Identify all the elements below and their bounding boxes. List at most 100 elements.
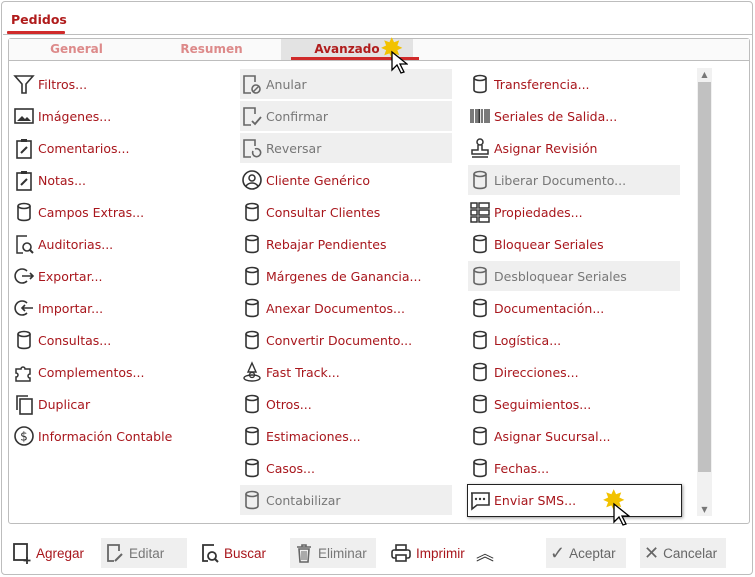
database-icon (468, 296, 492, 320)
option-confirmar[interactable]: Confirmar (240, 101, 452, 131)
option-rebajar-pendientes[interactable]: Rebajar Pendientes (240, 229, 452, 259)
option-label: Comentarios... (38, 140, 130, 156)
scroll-down-icon[interactable]: ▼ (697, 505, 712, 514)
database-icon (468, 232, 492, 256)
option-imágenes[interactable]: Imágenes... (12, 101, 224, 131)
check-icon: ✓ (550, 542, 566, 563)
option-filtros[interactable]: Filtros... (12, 69, 224, 99)
option-label: Desbloquear Seriales (494, 268, 627, 284)
accept-button[interactable]: ✓ Aceptar (546, 538, 626, 568)
option-exportar[interactable]: Exportar... (12, 261, 224, 291)
audit-icon (12, 232, 36, 256)
mouse-cursor-icon (613, 502, 630, 526)
properties-icon (468, 200, 492, 224)
option-convertir-documento[interactable]: Convertir Documento... (240, 325, 452, 355)
option-liberar-documento[interactable]: Liberar Documento... (468, 165, 680, 195)
clipboard-edit-icon (12, 168, 36, 192)
option-transferencia[interactable]: Transferencia... (468, 69, 680, 99)
database-icon (240, 200, 264, 224)
option-documentación[interactable]: Documentación... (468, 293, 680, 323)
option-fechas[interactable]: Fechas... (468, 453, 680, 483)
svg-text:$: $ (20, 430, 28, 444)
option-consultas[interactable]: Consultas... (12, 325, 224, 355)
option-importar[interactable]: Importar... (12, 293, 224, 323)
option-label: Imágenes... (38, 108, 112, 124)
option-duplicar[interactable]: Duplicar (12, 389, 224, 419)
search-document-icon (200, 542, 220, 564)
collapse-chevron-icon[interactable]: ︽ (472, 538, 498, 568)
print-label: Imprimir (416, 545, 465, 561)
option-label: Seguimientos... (494, 396, 592, 412)
tab-pedidos[interactable]: Pedidos (11, 12, 67, 27)
mouse-cursor-icon (391, 50, 408, 74)
option-asignar-sucursal[interactable]: Asignar Sucursal... (468, 421, 680, 451)
accept-label: Aceptar (569, 545, 616, 561)
import-icon (12, 296, 36, 320)
cancel-label: Cancelar (663, 545, 718, 561)
scroll-thumb[interactable] (698, 82, 711, 472)
subtab-general[interactable]: General (9, 42, 144, 56)
database-icon (240, 232, 264, 256)
edit-button[interactable]: Editar (101, 538, 187, 568)
option-label: Filtros... (38, 76, 88, 92)
option-estimaciones[interactable]: Estimaciones... (240, 421, 452, 451)
database-icon (240, 424, 264, 448)
option-direcciones[interactable]: Direcciones... (468, 357, 680, 387)
database-icon (468, 456, 492, 480)
option-label: Logística... (494, 332, 562, 348)
option-asignar-revisión[interactable]: Asignar Revisión (468, 133, 680, 163)
option-bloquear-seriales[interactable]: Bloquear Seriales (468, 229, 680, 259)
puzzle-icon (12, 360, 36, 384)
option-seguimientos[interactable]: Seguimientos... (468, 389, 680, 419)
option-propiedades[interactable]: Propiedades... (468, 197, 680, 227)
option-label: Reversar (266, 140, 322, 156)
database-icon (240, 328, 264, 352)
scroll-up-icon[interactable]: ▲ (697, 70, 712, 79)
option-casos[interactable]: Casos... (240, 453, 452, 483)
print-button[interactable]: Imprimir (386, 538, 469, 568)
option-notas[interactable]: Notas... (12, 165, 224, 195)
database-icon (12, 328, 36, 352)
option-label: Asignar Revisión (494, 140, 598, 156)
option-campos-extras[interactable]: Campos Extras... (12, 197, 224, 227)
option-label: Anular (266, 76, 307, 92)
database-icon (468, 168, 492, 192)
option-anular[interactable]: Anular (240, 69, 452, 99)
option-complementos[interactable]: Complementos... (12, 357, 224, 387)
database-icon (12, 200, 36, 224)
filter-icon (12, 72, 36, 96)
scrollbar[interactable]: ▲ ▼ (697, 68, 712, 516)
option-otros[interactable]: Otros... (240, 389, 452, 419)
option-consultar-clientes[interactable]: Consultar Clientes (240, 197, 452, 227)
option-label: Notas... (38, 172, 86, 188)
database-icon (468, 424, 492, 448)
cancel-button[interactable]: ✕ Cancelar (640, 538, 726, 568)
option-información-contable[interactable]: $ Información Contable (12, 421, 224, 451)
option-comentarios[interactable]: Comentarios... (12, 133, 224, 163)
option-desbloquear-seriales[interactable]: Desbloquear Seriales (468, 261, 680, 291)
add-button[interactable]: Agregar (8, 538, 88, 568)
option-seriales-de-salida[interactable]: Seriales de Salida... (468, 101, 680, 131)
option-logística[interactable]: Logística... (468, 325, 680, 355)
option-label: Márgenes de Ganancia... (266, 268, 422, 284)
option-anexar-documentos[interactable]: Anexar Documentos... (240, 293, 452, 323)
add-label: Agregar (36, 545, 85, 561)
option-cliente-genérico[interactable]: Cliente Genérico (240, 165, 452, 195)
edit-label: Editar (129, 545, 165, 561)
option-fast-track[interactable]: Fast Track... (240, 357, 452, 387)
option-label: Fechas... (494, 460, 550, 476)
option-auditorias[interactable]: Auditorias... (12, 229, 224, 259)
search-label: Buscar (224, 545, 267, 561)
option-reversar[interactable]: Reversar (240, 133, 452, 163)
option-label: Consultar Clientes (266, 204, 381, 220)
export-icon (12, 264, 36, 288)
clipboard-edit-icon (12, 136, 36, 160)
subtab-resumen[interactable]: Resumen (144, 42, 279, 56)
delete-button[interactable]: Eliminar (290, 538, 376, 568)
option-contabilizar[interactable]: Contabilizar (240, 485, 452, 515)
option-enviar-sms[interactable]: Enviar SMS... (467, 484, 682, 517)
subtab-bar: General Resumen Avanzado (9, 39, 749, 61)
search-button[interactable]: Buscar (196, 538, 270, 568)
option-label: Transferencia... (494, 76, 590, 92)
option-márgenes-de-ganancia[interactable]: Márgenes de Ganancia... (240, 261, 452, 291)
